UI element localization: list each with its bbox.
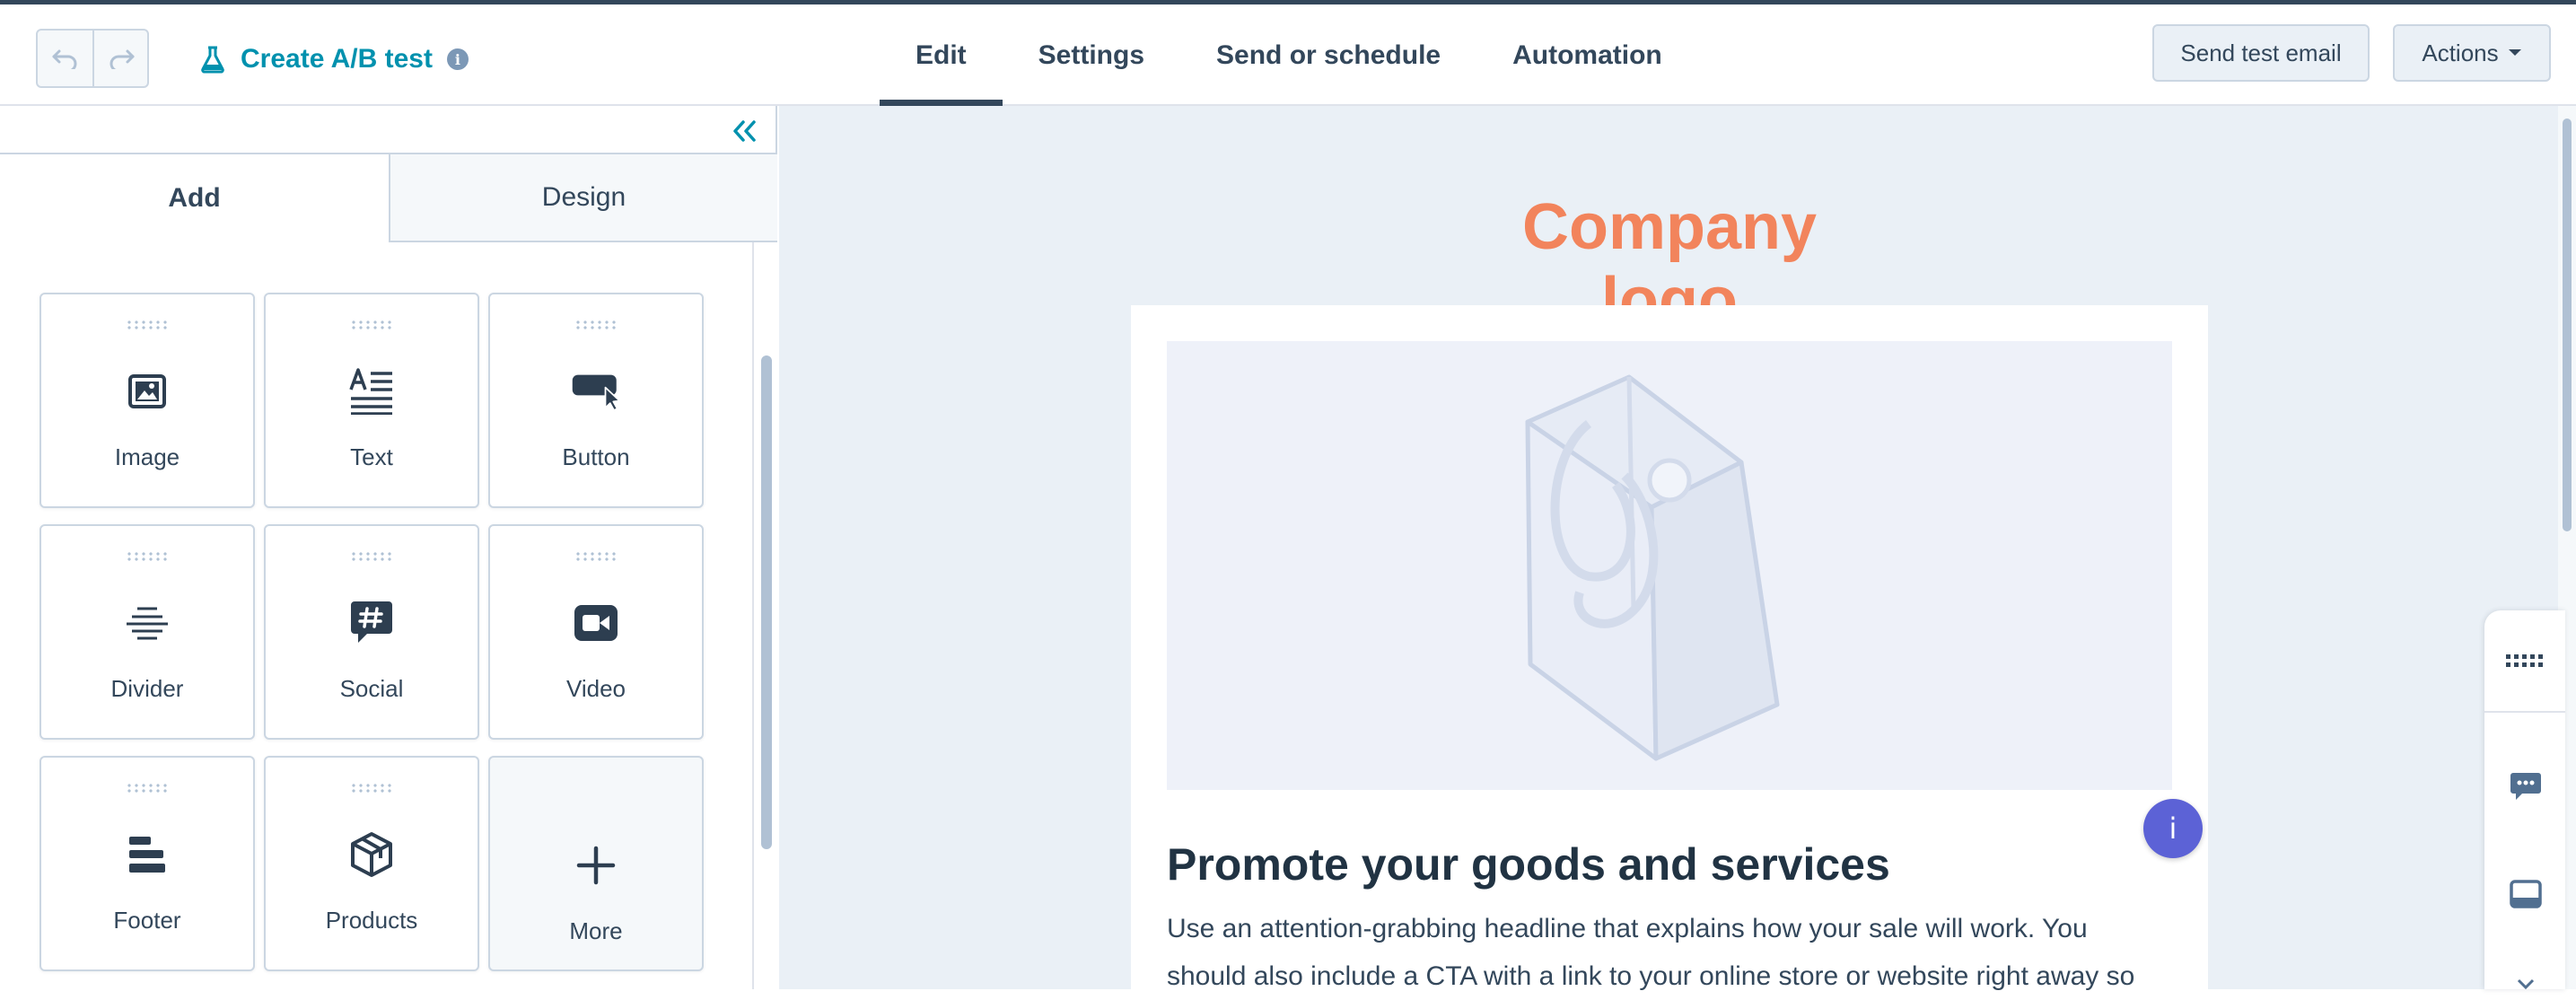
products-icon xyxy=(351,832,392,877)
footer-icon xyxy=(129,837,165,873)
drag-handle-icon[interactable] xyxy=(574,551,618,562)
video-icon xyxy=(574,605,618,641)
right-floating-toolbar xyxy=(2484,610,2565,989)
email-body-section[interactable]: Promote your goods and services Use an a… xyxy=(1131,305,2208,991)
module-label-image: Image xyxy=(114,443,180,470)
module-label-footer: Footer xyxy=(113,907,181,934)
undo-button[interactable] xyxy=(38,31,92,86)
drag-handle-icon[interactable] xyxy=(350,783,393,794)
undo-icon xyxy=(52,49,76,69)
preview-window-icon[interactable] xyxy=(2508,876,2544,912)
module-card-footer[interactable]: Footer xyxy=(39,756,255,971)
button-icon xyxy=(572,374,621,411)
send-test-email-button[interactable]: Send test email xyxy=(2152,24,2370,82)
more-options-icon[interactable] xyxy=(2508,962,2544,989)
drag-grip-icon[interactable] xyxy=(2504,643,2547,679)
double-chevron-left-icon xyxy=(733,120,756,142)
module-label-divider: Divider xyxy=(110,675,184,702)
tab-edit[interactable]: Edit xyxy=(880,4,1003,106)
module-label-button: Button xyxy=(562,443,630,470)
undo-redo-group xyxy=(36,29,149,88)
sidebar-scrollbar[interactable] xyxy=(752,242,777,989)
module-card-divider[interactable]: Divider xyxy=(39,524,255,740)
module-card-products[interactable]: Products xyxy=(264,756,479,971)
caret-down-icon xyxy=(2508,49,2521,56)
module-card-social[interactable]: Social xyxy=(264,524,479,740)
shopping-bag-illustration xyxy=(1525,374,1780,761)
panel-tab-design[interactable]: Design xyxy=(389,154,777,242)
editor-header: Create A/B test i Edit Settings Send or … xyxy=(0,4,2576,106)
editor-tabs: Edit Settings Send or schedule Automatio… xyxy=(880,4,1698,106)
collapse-sidebar-button[interactable] xyxy=(729,115,761,147)
flask-icon xyxy=(201,46,224,74)
module-label-more: More xyxy=(569,917,623,944)
tab-automation[interactable]: Automation xyxy=(1476,4,1698,106)
module-label-video: Video xyxy=(565,675,626,702)
module-card-video[interactable]: Video xyxy=(488,524,704,740)
tab-send-or-schedule[interactable]: Send or schedule xyxy=(1180,4,1476,106)
drag-handle-icon[interactable] xyxy=(126,551,169,562)
redo-icon xyxy=(110,49,134,69)
divider-icon xyxy=(127,607,168,640)
toolbar-divider xyxy=(2484,711,2565,713)
drag-handle-icon[interactable] xyxy=(574,320,618,330)
drag-handle-icon[interactable] xyxy=(126,783,169,794)
comment-icon[interactable] xyxy=(2508,768,2544,804)
module-card-button[interactable]: Button xyxy=(488,293,704,508)
module-card-text[interactable]: Text xyxy=(264,293,479,508)
text-icon xyxy=(349,368,392,415)
hero-image[interactable] xyxy=(1167,341,2172,790)
canvas-scroll-thumb[interactable] xyxy=(2563,118,2572,531)
actions-dropdown[interactable]: Actions xyxy=(2393,24,2551,82)
drag-handle-icon[interactable] xyxy=(350,320,393,330)
module-card-more[interactable]: More xyxy=(488,756,704,971)
drag-handle-icon[interactable] xyxy=(350,551,393,562)
email-headline[interactable]: Promote your goods and services xyxy=(1167,838,1890,890)
sidebar-collapse-row xyxy=(0,106,777,154)
redo-button[interactable] xyxy=(92,31,147,86)
email-body-line-1: Use an attention-grabbing headline that … xyxy=(1167,914,2088,943)
social-icon xyxy=(351,601,392,643)
email-body-line-2: should also include a CTA with a link to… xyxy=(1167,961,2135,991)
ab-test-title[interactable]: Create A/B test xyxy=(241,44,433,75)
info-badge-button[interactable]: i xyxy=(2143,799,2203,858)
email-body-text[interactable]: Use an attention-grabbing headline that … xyxy=(1167,905,2163,1000)
ab-test-title-group[interactable]: Create A/B test i xyxy=(199,37,469,82)
tab-settings[interactable]: Settings xyxy=(1003,4,1180,106)
info-icon[interactable]: i xyxy=(446,48,469,70)
module-label-text: Text xyxy=(350,443,393,470)
module-label-products: Products xyxy=(325,907,418,934)
sidebar-scroll-thumb[interactable] xyxy=(761,355,772,849)
module-label-social: Social xyxy=(339,675,404,702)
module-card-image[interactable]: Image xyxy=(39,293,255,508)
panel-tabs: Add Design xyxy=(0,154,777,242)
panel-tab-add[interactable]: Add xyxy=(0,154,389,242)
send-test-email-label: Send test email xyxy=(2180,39,2342,66)
drag-handle-icon[interactable] xyxy=(126,320,169,330)
image-icon xyxy=(128,374,166,408)
plus-icon xyxy=(576,846,616,885)
actions-label: Actions xyxy=(2422,39,2499,66)
